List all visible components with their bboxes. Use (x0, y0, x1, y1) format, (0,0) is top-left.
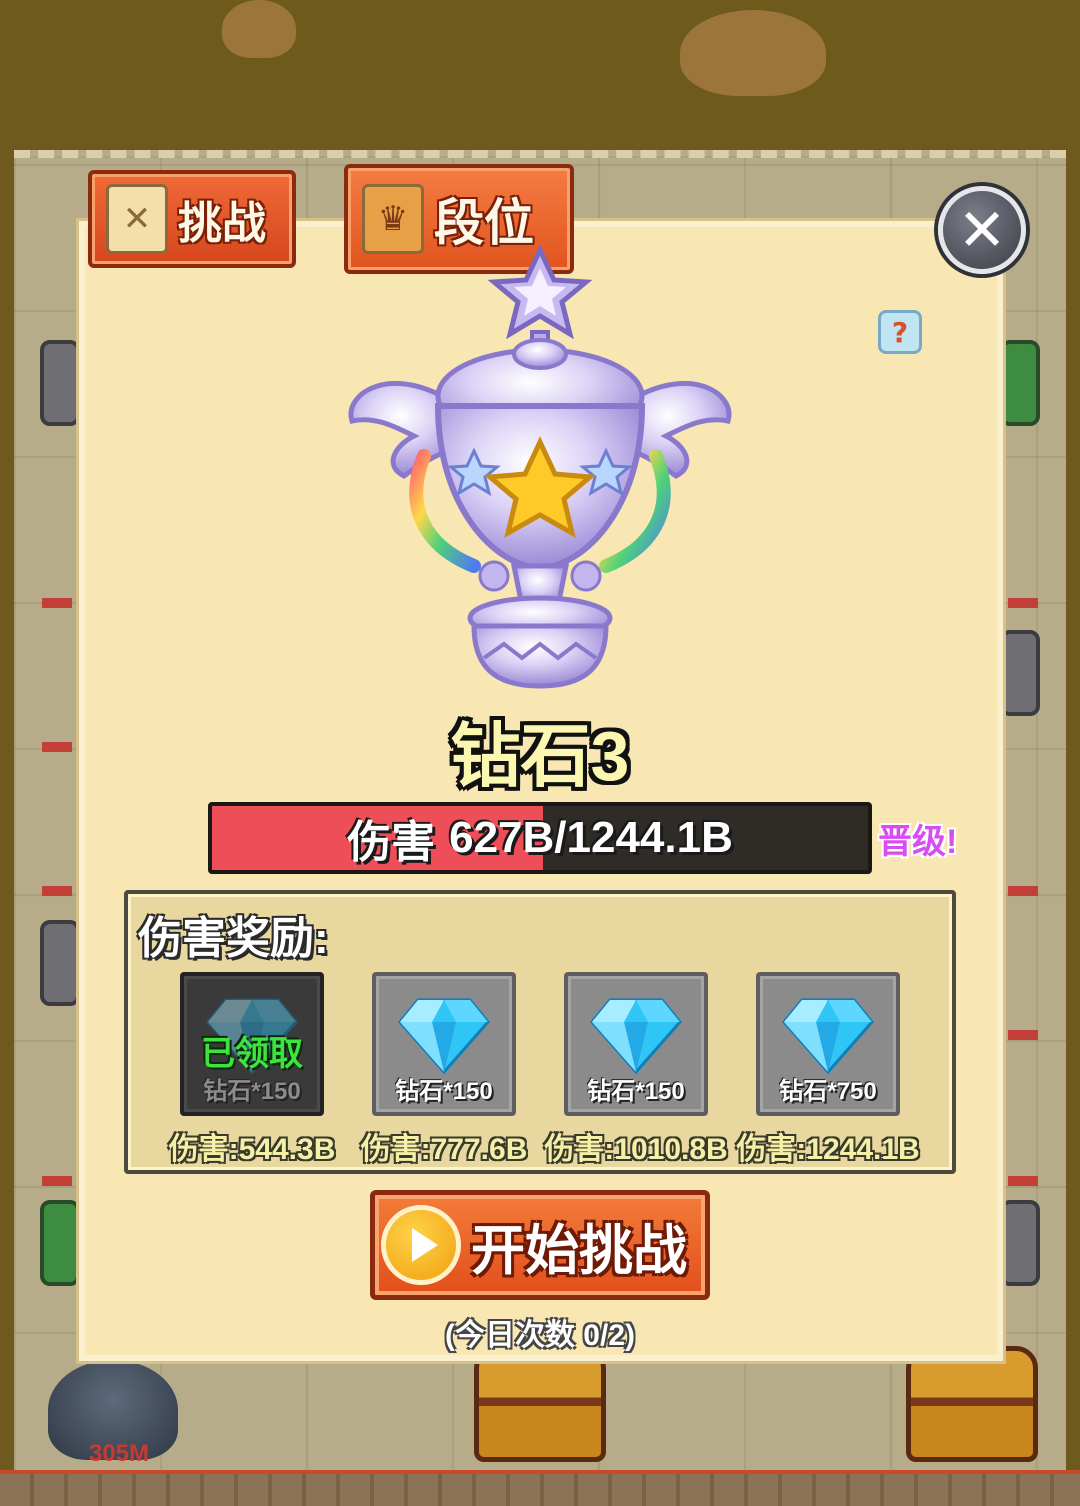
chest-icon (40, 920, 80, 1006)
unit-hp-bar (1008, 886, 1038, 896)
reward-amount: 钻石*150 (203, 1078, 301, 1105)
diamond-trophy-icon (348, 246, 732, 689)
damage-progress-bar: 伤害 627B/1244.1B (208, 802, 872, 874)
tab-challenge[interactable]: ✕ 挑战 (88, 170, 296, 268)
reward-threshold: 伤害:1010.8B (544, 1133, 728, 1166)
diamond-gem-icon (590, 998, 682, 1075)
close-icon: ✕ (957, 196, 1007, 264)
reward-slot[interactable]: 钻石*150 (564, 972, 708, 1116)
trophy-rank-icon: ♛ (362, 184, 424, 254)
chest-icon (1000, 630, 1040, 716)
unit-hp-bar (1008, 1030, 1038, 1040)
tab-rank-label: 段位 (434, 195, 534, 251)
play-icon (381, 1205, 461, 1285)
reward-threshold: 伤害:1244.1B (736, 1133, 920, 1166)
rock-decoration (680, 10, 826, 96)
rewards-title: 伤害奖励: (138, 914, 329, 963)
unit-hp-bar (1008, 598, 1038, 608)
chest-icon (1000, 340, 1040, 426)
unit-hp-label: 305M (88, 1440, 150, 1467)
background-top (0, 0, 1080, 130)
start-challenge-label: 开始挑战 (471, 1220, 687, 1281)
unit-hp-bar (42, 886, 72, 896)
diamond-gem-icon (398, 998, 490, 1075)
promote-label: 晋级! (878, 823, 958, 861)
reward-threshold: 伤害:544.3B (168, 1133, 336, 1166)
unit-hp-bar (42, 598, 72, 608)
tab-challenge-label: 挑战 (178, 199, 266, 248)
reward-amount: 钻石*750 (779, 1078, 877, 1105)
reward-amount: 钻石*150 (587, 1078, 685, 1105)
unit-hp-bar (42, 742, 72, 752)
unit-hp-bar (1008, 1176, 1038, 1186)
reward-slot[interactable]: 钻石*750 (756, 972, 900, 1116)
diamond-gem-icon (782, 998, 874, 1075)
unit-hp-bar (42, 1176, 72, 1186)
chest-icon (40, 1200, 80, 1286)
progress-label: 伤害 (347, 818, 436, 867)
help-button[interactable]: ? (878, 310, 922, 354)
bottom-strip (0, 1470, 1080, 1506)
rock-decoration (222, 0, 296, 58)
chest-icon (40, 340, 80, 426)
scroll-map-icon: ✕ (106, 184, 168, 254)
attempts-counter: (今日次数 0/2) (444, 1319, 636, 1352)
reward-amount: 钻石*150 (395, 1078, 493, 1105)
start-challenge-button[interactable]: 开始挑战 (370, 1190, 710, 1300)
chest-icon (1000, 1200, 1040, 1286)
claimed-tag: 已领取 (201, 1035, 303, 1073)
close-button[interactable]: ✕ (938, 186, 1026, 274)
progress-text: 伤害 627B/1244.1B (212, 806, 868, 870)
reward-threshold: 伤害:777.6B (360, 1133, 528, 1166)
question-icon: ? (891, 315, 909, 349)
rank-title: 钻石3 (450, 717, 630, 795)
progress-value: 627B/1244.1B (449, 813, 733, 862)
reward-slot[interactable]: 钻石*150 (372, 972, 516, 1116)
reward-slot[interactable]: 已领取钻石*150 (180, 972, 324, 1116)
